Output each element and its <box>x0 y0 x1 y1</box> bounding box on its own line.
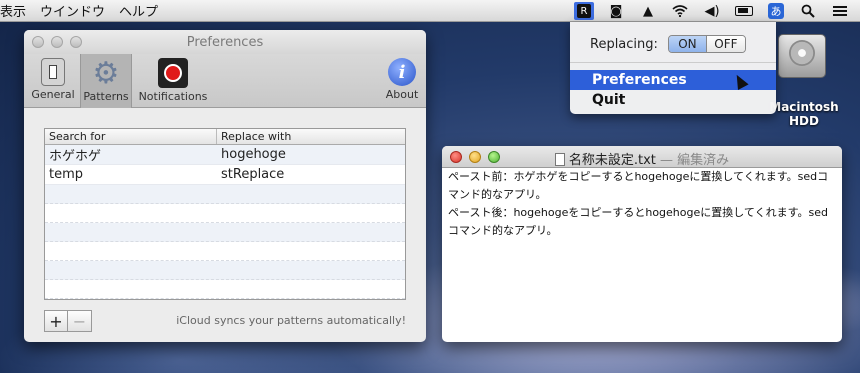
document-filename: 名称未設定.txt <box>568 153 656 168</box>
spotlight-icon <box>801 4 815 18</box>
textedit-window: 名称未設定.txt — 編集済み ペースト前：ホゲホゲをコピーするとhogeho… <box>442 146 842 342</box>
menu-view[interactable]: 表示 <box>0 1 40 20</box>
menu-item-quit[interactable]: Quit <box>570 90 776 110</box>
remove-pattern-button[interactable]: − <box>68 310 92 332</box>
preferences-titlebar: Preferences <box>24 30 426 54</box>
volume-status-item[interactable]: ◀) <box>702 2 722 20</box>
hat-status-item[interactable]: ▲ <box>638 2 658 20</box>
replace-cell[interactable]: stReplace <box>221 167 284 182</box>
add-pattern-button[interactable]: + <box>44 310 68 332</box>
table-row[interactable]: ホゲホゲ hogehoge <box>45 145 405 165</box>
battery-status-item[interactable] <box>734 2 754 20</box>
camera-icon: ◙ <box>609 3 623 19</box>
search-cell[interactable]: temp <box>45 167 221 182</box>
menu-bar-status-area: R ◙ ▲ ◀) あ <box>574 0 850 22</box>
table-row[interactable]: temp stReplace <box>45 165 405 185</box>
menu-help[interactable]: ヘルプ <box>119 1 172 20</box>
column-header-replace[interactable]: Replace with <box>217 129 291 144</box>
status-menu-dropdown: Replacing: ON OFF Preferences Quit <box>570 22 776 114</box>
gear-icon: ⚙ <box>92 55 120 91</box>
wifi-status-item[interactable] <box>670 2 690 20</box>
notification-center-item[interactable] <box>830 2 850 20</box>
input-method-status-item[interactable]: あ <box>766 2 786 20</box>
hard-drive-label: Macintosh HDD <box>769 100 839 128</box>
menu-bar-items: 表示 ウインドウ ヘルプ <box>0 0 172 22</box>
menu-separator <box>570 62 776 63</box>
hat-icon: ▲ <box>643 3 653 19</box>
icloud-note: iCloud syncs your patterns automatically… <box>176 314 406 327</box>
edited-status: — 編集済み <box>660 153 730 168</box>
patterns-table[interactable]: Search for Replace with ホゲホゲ hogehoge te… <box>44 128 406 300</box>
preferences-window: Preferences General ⚙ Patterns Notificat… <box>24 30 426 342</box>
volume-icon: ◀) <box>704 3 720 19</box>
notification-center-icon <box>833 6 847 16</box>
preferences-toolbar: General ⚙ Patterns Notifications i About <box>24 54 426 108</box>
row-buttons: + − <box>44 310 92 332</box>
tab-about[interactable]: i About <box>380 58 424 106</box>
on-segment[interactable]: ON <box>668 36 707 52</box>
battery-icon <box>735 6 753 16</box>
menu-window[interactable]: ウインドウ <box>40 1 119 20</box>
document-text-area[interactable]: ペースト前：ホゲホゲをコピーするとhogehogeに置換してくれます。sedコ … <box>442 168 842 240</box>
document-title: 名称未設定.txt — 編集済み <box>442 149 842 168</box>
table-header: Search for Replace with <box>45 129 405 145</box>
menu-bar: 表示 ウインドウ ヘルプ R ◙ ▲ ◀) あ <box>0 0 860 22</box>
replace-cell[interactable]: hogehoge <box>221 147 286 162</box>
empty-rows <box>45 185 405 299</box>
text-line: コマンド的なアプリ。 <box>448 224 558 237</box>
tab-about-label: About <box>385 88 419 101</box>
off-segment[interactable]: OFF <box>706 36 745 52</box>
camera-status-item[interactable]: ◙ <box>606 2 626 20</box>
wifi-icon <box>672 5 688 17</box>
tab-patterns[interactable]: ⚙ Patterns <box>80 54 132 108</box>
info-icon: i <box>388 58 416 86</box>
hard-drive-icon[interactable] <box>772 32 832 84</box>
replacing-row: Replacing: ON OFF <box>570 34 776 54</box>
column-header-search[interactable]: Search for <box>45 129 217 144</box>
tab-general[interactable]: General <box>28 58 78 106</box>
tab-patterns-label: Patterns <box>83 90 129 103</box>
record-icon <box>158 58 188 88</box>
text-line: マンド的なアプリ。 <box>448 188 547 201</box>
app-icon: R <box>577 4 591 18</box>
tab-notifications-label: Notifications <box>138 90 208 103</box>
app-status-item[interactable]: R <box>574 2 594 20</box>
replacing-toggle[interactable]: ON OFF <box>667 35 746 53</box>
document-icon <box>554 153 565 166</box>
tab-notifications[interactable]: Notifications <box>136 58 210 106</box>
window-title: Preferences <box>186 35 264 50</box>
spotlight-status-item[interactable] <box>798 2 818 20</box>
tab-general-label: General <box>31 88 75 101</box>
text-line: ペースト後：hogehogeをコピーするとhogehogeに置換してくれます。s… <box>448 206 828 219</box>
text-line: ペースト前：ホゲホゲをコピーするとhogehogeに置換してくれます。sedコ <box>448 170 829 183</box>
switch-icon <box>41 58 65 86</box>
input-method-icon: あ <box>768 3 784 19</box>
textedit-titlebar: 名称未設定.txt — 編集済み <box>442 146 842 168</box>
replacing-label: Replacing: <box>590 36 658 52</box>
search-cell[interactable]: ホゲホゲ <box>45 145 221 164</box>
